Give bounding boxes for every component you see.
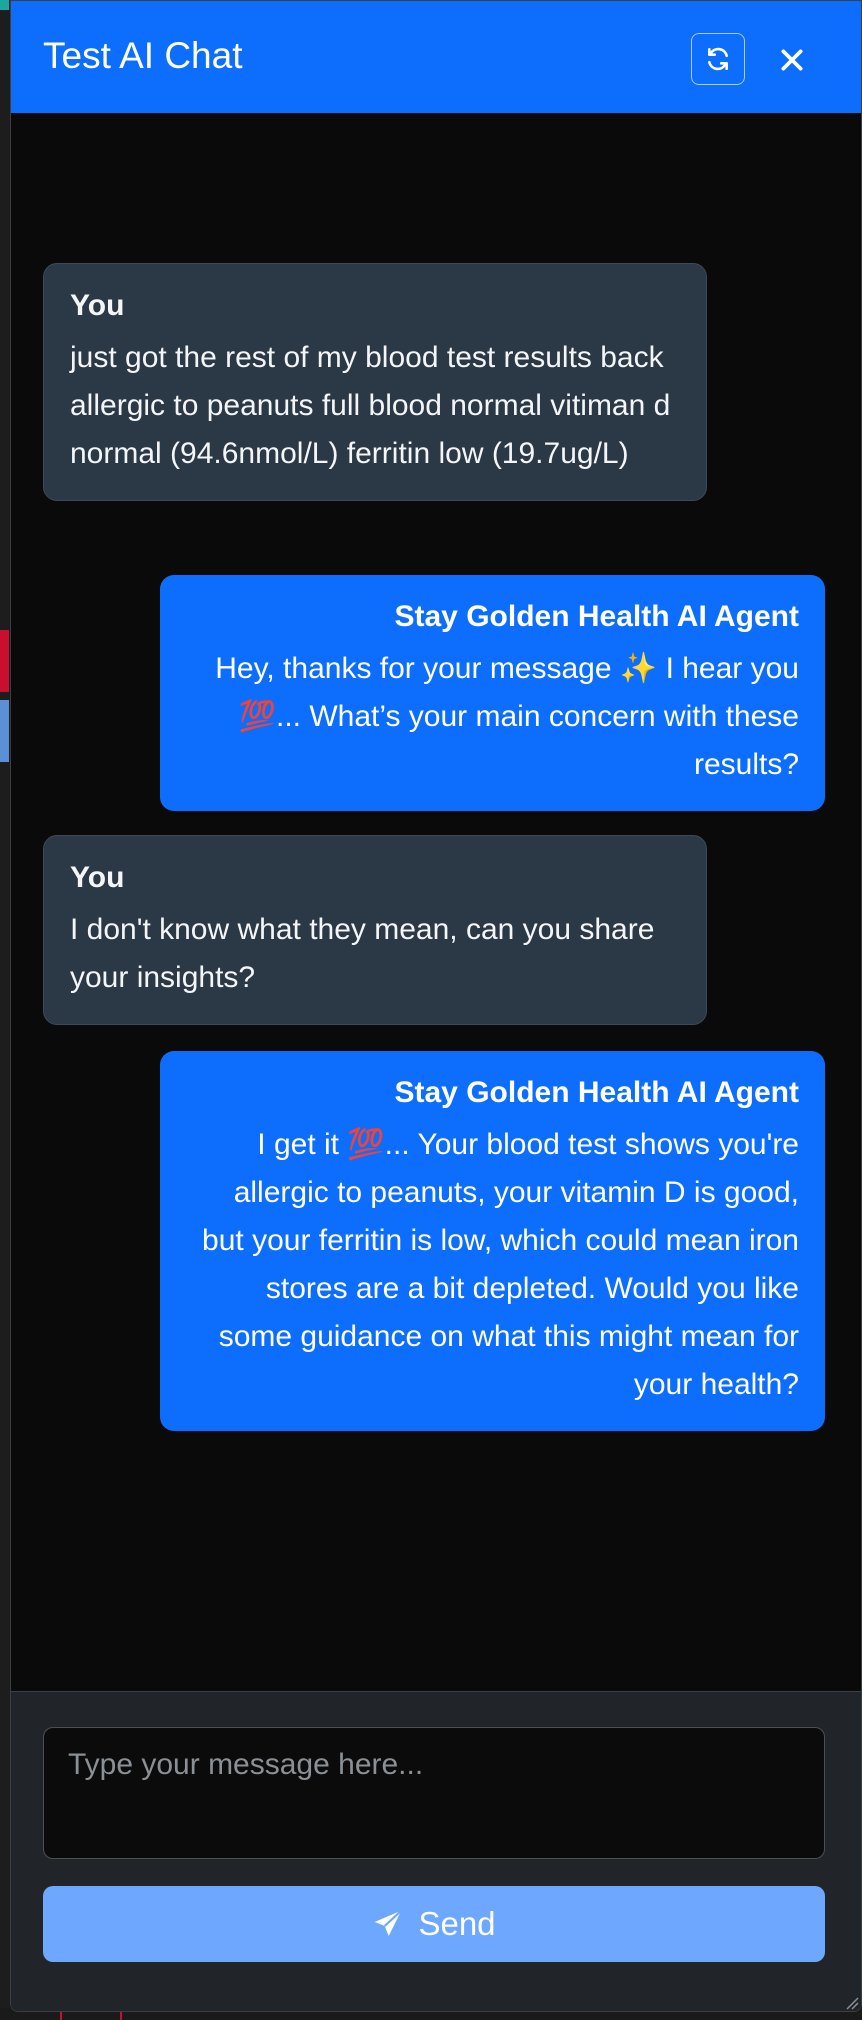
paper-plane-icon [375,1909,403,1936]
close-button[interactable] [771,39,813,81]
user-message: You just got the rest of my blood test r… [43,263,707,501]
chat-window: Test AI Chat You just got the rest of my… [10,0,862,2012]
chat-title: Test AI Chat [43,35,243,76]
agent-message: Stay Golden Health AI Agent I get it 💯..… [160,1051,825,1431]
background-app-edge [0,0,10,2020]
screen: Test AI Chat You just got the rest of my… [0,0,862,2020]
message-text: I don't know what they mean, can you sha… [70,913,655,994]
message-input[interactable] [43,1727,825,1859]
resize-handle-icon[interactable] [843,1994,859,2010]
composer: Send [11,1691,861,2011]
message-sender: Stay Golden Health AI Agent [394,1076,800,1109]
background-mark [0,0,9,10]
close-icon [781,49,803,71]
message-list: You just got the rest of my blood test r… [11,113,861,1691]
background-mark [0,700,9,762]
message-text: just got the rest of my blood test resul… [70,341,671,470]
message-text: I get it 💯... Your blood test shows you'… [202,1128,799,1401]
agent-message: Stay Golden Health AI Agent Hey, thanks … [160,575,825,811]
user-message: You I don't know what they mean, can you… [43,835,707,1025]
chat-header: Test AI Chat [11,1,861,114]
message-text: Hey, thanks for your message ✨ I hear yo… [215,652,799,781]
message-sender: You [70,289,125,322]
message-sender: Stay Golden Health AI Agent [394,600,800,633]
refresh-icon [708,47,728,71]
background-mark [0,630,9,692]
send-label: Send [418,1905,496,1942]
refresh-button[interactable] [691,33,745,85]
send-button[interactable]: Send [43,1886,825,1962]
message-sender: You [70,861,125,894]
